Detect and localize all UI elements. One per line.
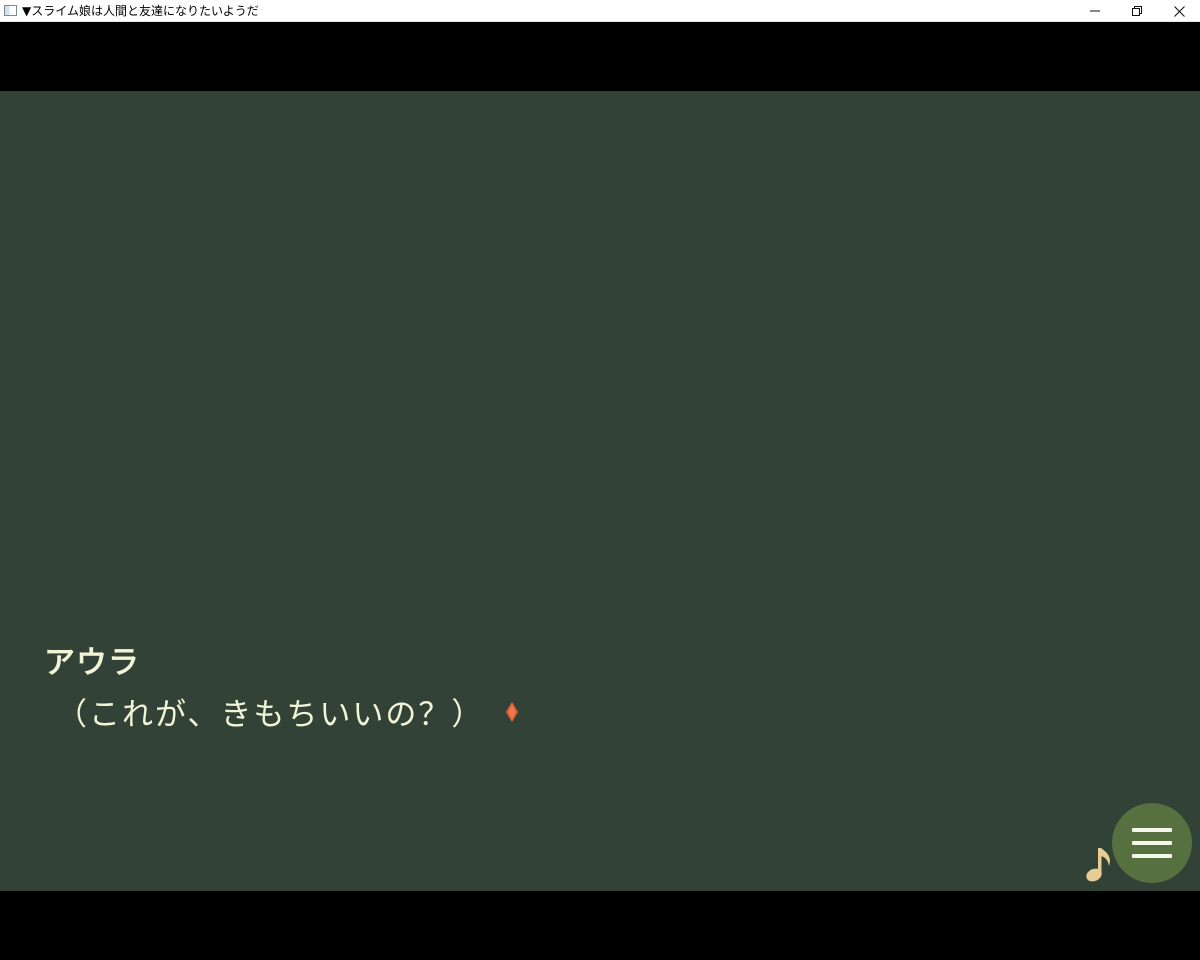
music-note-icon[interactable] <box>1084 844 1114 884</box>
window-controls <box>1074 0 1200 22</box>
app-icon <box>4 5 17 16</box>
speaker-name: アウラ <box>44 645 140 681</box>
window-title: ▼スライム娘は人間と友達になりたいようだ <box>22 4 259 18</box>
hamburger-menu-icon <box>1132 841 1172 845</box>
menu-button[interactable] <box>1112 803 1192 883</box>
hamburger-menu-icon <box>1132 828 1172 832</box>
hamburger-menu-icon <box>1132 854 1172 858</box>
restore-icon <box>1132 6 1142 16</box>
close-icon <box>1173 5 1185 17</box>
game-screen[interactable]: アウラ （これが、きもちいいの？） <box>0 91 1200 891</box>
game-window: ▼スライム娘は人間と友達になりたいようだ アウラ （これが、きもちいいの？） <box>0 0 1200 960</box>
minimize-icon <box>1090 10 1100 12</box>
minimize-button[interactable] <box>1074 0 1116 22</box>
restore-button[interactable] <box>1116 0 1158 22</box>
close-button[interactable] <box>1158 0 1200 22</box>
dialogue-text: （これが、きもちいいの？） <box>56 697 485 733</box>
dialogue-text-row[interactable]: （これが、きもちいいの？） <box>56 689 519 734</box>
title-bar[interactable]: ▼スライム娘は人間と友達になりたいようだ <box>0 0 1200 22</box>
diamond-icon[interactable] <box>506 701 519 722</box>
letterbox-top <box>0 22 1200 91</box>
letterbox-bottom <box>0 891 1200 960</box>
